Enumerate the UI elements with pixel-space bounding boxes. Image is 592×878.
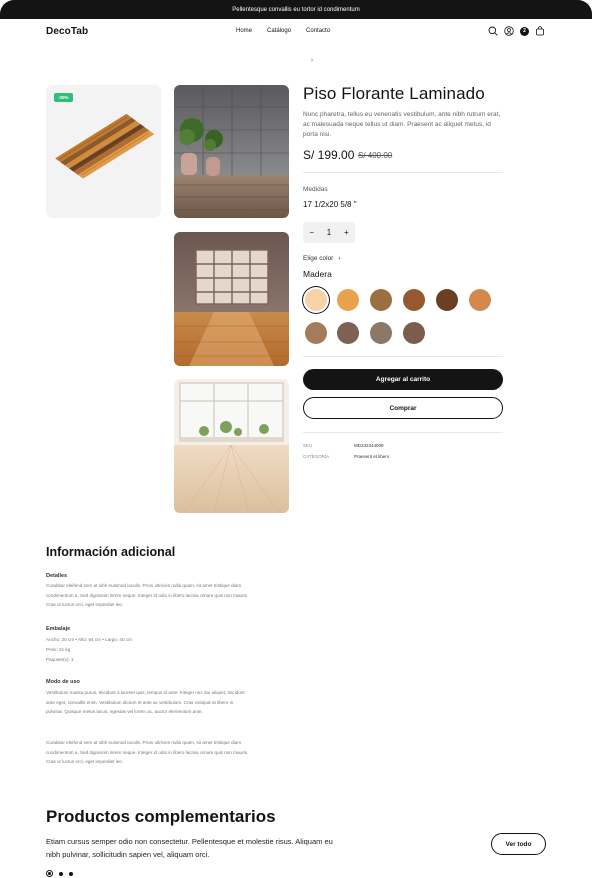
packaging-heading: Embalaje xyxy=(46,626,71,632)
packaging-count: Paquete(s): 1 xyxy=(46,657,74,662)
color-swatch[interactable] xyxy=(305,322,327,344)
packaging-weight: Peso: 21 kg xyxy=(46,647,71,652)
additional-info-title: Información adicional xyxy=(46,545,176,559)
color-selector-toggle[interactable]: Elige color › xyxy=(303,255,341,262)
divider xyxy=(303,432,503,433)
promo-bar: Pellentesque convallis eu tortor id cond… xyxy=(0,0,592,19)
room-image-window[interactable] xyxy=(174,232,289,366)
divider xyxy=(303,356,503,357)
view-all-button[interactable]: Ver todo xyxy=(491,833,546,855)
main-nav: Home Catálogo Contacto xyxy=(236,28,330,34)
header: DecoTab Home Catálogo Contacto 2 xyxy=(0,19,592,47)
carousel-dot[interactable] xyxy=(46,870,53,877)
laminate-planks-image xyxy=(55,113,155,179)
divider xyxy=(303,172,503,173)
usage-heading: Modo de uso xyxy=(46,679,80,685)
color-swatch[interactable] xyxy=(469,289,491,311)
nav-catalogo[interactable]: Catálogo xyxy=(267,28,291,34)
quantity-increase-button[interactable]: + xyxy=(344,228,349,237)
sku-label: SKU xyxy=(303,443,313,448)
details-heading: Detalles xyxy=(46,573,68,579)
carousel-pagination xyxy=(46,870,73,877)
room-image-bright[interactable] xyxy=(174,379,289,513)
user-icon[interactable] xyxy=(504,26,514,36)
search-icon[interactable] xyxy=(488,26,498,36)
cart-count-badge[interactable]: 2 xyxy=(520,26,529,36)
product-description: Nunc pharetra, tellus eu venenatis vesti… xyxy=(303,111,501,138)
room-plants-picture xyxy=(174,85,289,218)
color-swatch[interactable] xyxy=(337,322,359,344)
usage-text: Vestibulum massa purus, tincidunt a laor… xyxy=(46,690,245,714)
logo[interactable]: DecoTab xyxy=(46,26,88,37)
sku-value: MD232344009 xyxy=(354,443,384,448)
room-window-picture xyxy=(174,232,289,366)
product-title: Piso Florante Laminado xyxy=(303,84,485,103)
color-swatch[interactable] xyxy=(403,289,425,311)
quantity-value[interactable]: 1 xyxy=(327,228,331,237)
carousel-dot[interactable] xyxy=(59,871,63,876)
promo-text: Pellentesque convallis eu tortor id cond… xyxy=(232,6,360,13)
product-price: S/ 199.00 xyxy=(303,148,355,162)
product-old-price: S/ 400.00 xyxy=(358,151,393,160)
color-swatch[interactable] xyxy=(370,289,392,311)
selected-color-name: Madera xyxy=(303,269,332,279)
measures-label: Medidas xyxy=(303,186,328,193)
complementary-description: Etiam cursus semper odio non consectetur… xyxy=(46,837,333,859)
carousel-dot[interactable] xyxy=(69,871,73,876)
breadcrumb: › xyxy=(311,58,313,64)
color-label: Elige color xyxy=(303,255,334,262)
category-value[interactable]: Praesent et libero xyxy=(354,454,389,459)
add-to-cart-button[interactable]: Agregar al carrito xyxy=(303,369,503,390)
color-swatch[interactable] xyxy=(305,289,327,311)
quantity-stepper: − 1 + xyxy=(303,222,355,243)
details-text: Curabitur eleifend sem at nibh euismod i… xyxy=(46,583,249,607)
color-swatch[interactable] xyxy=(337,289,359,311)
color-swatch[interactable] xyxy=(436,289,458,311)
nav-home[interactable]: Home xyxy=(236,28,252,34)
complementary-title: Productos complementarios xyxy=(46,807,276,826)
usage-text-2: Curabitur eleifend sem at nibh euismod i… xyxy=(46,740,249,764)
quantity-decrease-button[interactable]: − xyxy=(309,228,314,237)
chevron-right-icon: › xyxy=(338,255,341,262)
cart-icon[interactable] xyxy=(535,26,545,36)
product-thumbnail[interactable]: -30% xyxy=(46,85,161,218)
header-actions: 2 xyxy=(488,26,545,36)
color-swatch[interactable] xyxy=(403,322,425,344)
room-image-plants[interactable] xyxy=(174,85,289,218)
room-bright-picture xyxy=(174,379,289,513)
packaging-dimensions: Ancho: 20 cm • Alto: 64 cm • Largo: 40 c… xyxy=(46,637,132,642)
buy-button[interactable]: Comprar xyxy=(303,397,503,419)
measures-value: 17 1/2x20 5/8 " xyxy=(303,200,357,209)
category-label: CATEGORÍA xyxy=(303,454,330,459)
color-swatch[interactable] xyxy=(370,322,392,344)
nav-contacto[interactable]: Contacto xyxy=(306,28,330,34)
